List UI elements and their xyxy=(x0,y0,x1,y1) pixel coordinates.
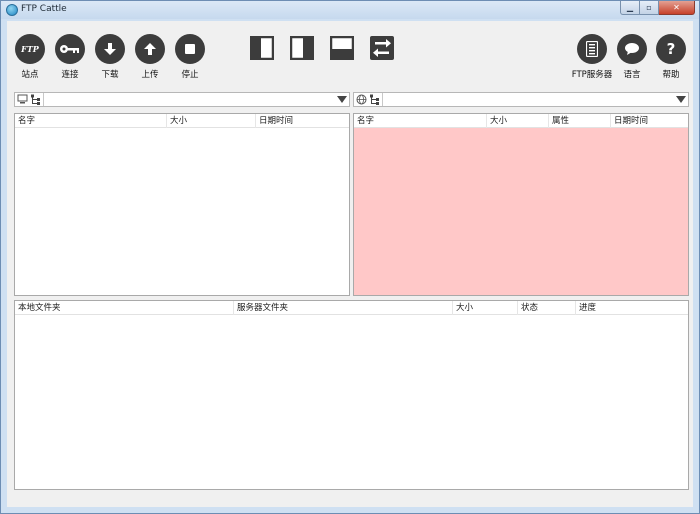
server-icon xyxy=(577,34,607,64)
path-divider xyxy=(43,93,44,106)
swap-arrows-icon xyxy=(370,36,394,60)
remote-list-header: 名字 大小 属性 日期时间 xyxy=(354,114,688,128)
close-button[interactable]: ✕ xyxy=(659,1,695,15)
column-header-datetime[interactable]: 日期时间 xyxy=(256,114,349,128)
remote-file-list[interactable]: 名字 大小 属性 日期时间 xyxy=(353,113,689,296)
help-icon-text: ? xyxy=(666,40,676,58)
column-header-size[interactable]: 大小 xyxy=(487,114,549,128)
column-header-name[interactable]: 名字 xyxy=(15,114,167,128)
help-label: 帮助 xyxy=(662,70,680,80)
connect-button[interactable]: 连接 xyxy=(50,34,90,80)
layout-left-icon xyxy=(249,35,275,61)
app-logo-icon xyxy=(6,4,18,16)
minimize-button[interactable]: ▁ xyxy=(620,1,640,15)
arrow-down-icon xyxy=(95,34,125,64)
maximize-button[interactable]: ▫ xyxy=(640,1,659,15)
local-path-dropdown-icon[interactable] xyxy=(337,96,347,103)
download-label: 下载 xyxy=(101,70,119,80)
layout-bottom-icon xyxy=(329,35,355,61)
language-label: 语言 xyxy=(623,70,641,80)
column-header-attributes[interactable]: 属性 xyxy=(549,114,611,128)
upload-button[interactable]: 上传 xyxy=(130,34,170,80)
ftp-server-button[interactable]: FTP服务器 xyxy=(570,34,614,80)
local-path-input[interactable] xyxy=(46,94,333,105)
site-label: 站点 xyxy=(21,70,39,80)
layout-left-panel-button[interactable] xyxy=(249,35,275,61)
stop-icon xyxy=(175,34,205,64)
layout-right-icon xyxy=(289,35,315,61)
column-header-name[interactable]: 名字 xyxy=(354,114,487,128)
download-button[interactable]: 下载 xyxy=(90,34,130,80)
speech-bubble-icon xyxy=(617,34,647,64)
stop-button[interactable]: 停止 xyxy=(170,34,210,80)
swap-panels-button[interactable] xyxy=(370,36,394,60)
local-file-list[interactable]: 名字 大小 日期时间 xyxy=(14,113,350,296)
column-header-size[interactable]: 大小 xyxy=(167,114,256,128)
client-area: FTP 站点 连接 下载 上传 停止 FTP服务器 语言 ? 帮助 名字 大小 … xyxy=(7,21,693,507)
site-button[interactable]: FTP 站点 xyxy=(10,34,50,80)
column-header-server-folder[interactable]: 服务器文件夹 xyxy=(234,301,453,315)
local-list-header: 名字 大小 日期时间 xyxy=(15,114,349,128)
upload-label: 上传 xyxy=(141,70,159,80)
remote-path-dropdown-icon[interactable] xyxy=(676,96,686,103)
folder-tree-icon[interactable] xyxy=(30,94,41,105)
local-list-body[interactable] xyxy=(15,128,349,295)
window-title: FTP Cattle xyxy=(21,4,67,14)
layout-bottom-panel-button[interactable] xyxy=(329,35,355,61)
connect-label: 连接 xyxy=(61,70,79,80)
question-icon: ? xyxy=(656,34,686,64)
path-divider xyxy=(382,93,383,106)
language-button[interactable]: 语言 xyxy=(612,34,652,80)
remote-path-input[interactable] xyxy=(385,94,672,105)
transfer-queue-body[interactable] xyxy=(15,315,688,489)
app-window: FTP Cattle ▁ ▫ ✕ FTP 站点 连接 下载 上传 停止 FTP服… xyxy=(0,0,700,514)
column-header-local-folder[interactable]: 本地文件夹 xyxy=(15,301,234,315)
column-header-datetime[interactable]: 日期时间 xyxy=(611,114,688,128)
local-path-bar xyxy=(14,92,350,107)
arrow-up-icon xyxy=(135,34,165,64)
remote-list-body[interactable] xyxy=(354,128,688,295)
transfer-queue[interactable]: 本地文件夹 服务器文件夹 大小 状态 进度 xyxy=(14,300,689,490)
folder-tree-icon[interactable] xyxy=(369,94,380,105)
column-header-progress[interactable]: 进度 xyxy=(576,301,688,315)
globe-icon[interactable] xyxy=(356,94,367,105)
remote-path-bar xyxy=(353,92,689,107)
stop-label: 停止 xyxy=(181,70,199,80)
column-header-size[interactable]: 大小 xyxy=(453,301,518,315)
site-icon-text: FTP xyxy=(21,44,39,54)
window-controls: ▁ ▫ ✕ xyxy=(620,1,695,15)
ftp-server-label: FTP服务器 xyxy=(571,70,613,80)
transfer-queue-header: 本地文件夹 服务器文件夹 大小 状态 进度 xyxy=(15,301,688,315)
key-icon xyxy=(55,34,85,64)
title-bar[interactable]: FTP Cattle ▁ ▫ ✕ xyxy=(1,1,699,19)
help-button[interactable]: ? 帮助 xyxy=(651,34,691,80)
computer-icon[interactable] xyxy=(17,94,28,105)
column-header-status[interactable]: 状态 xyxy=(518,301,576,315)
layout-right-panel-button[interactable] xyxy=(289,35,315,61)
ftp-icon: FTP xyxy=(15,34,45,64)
